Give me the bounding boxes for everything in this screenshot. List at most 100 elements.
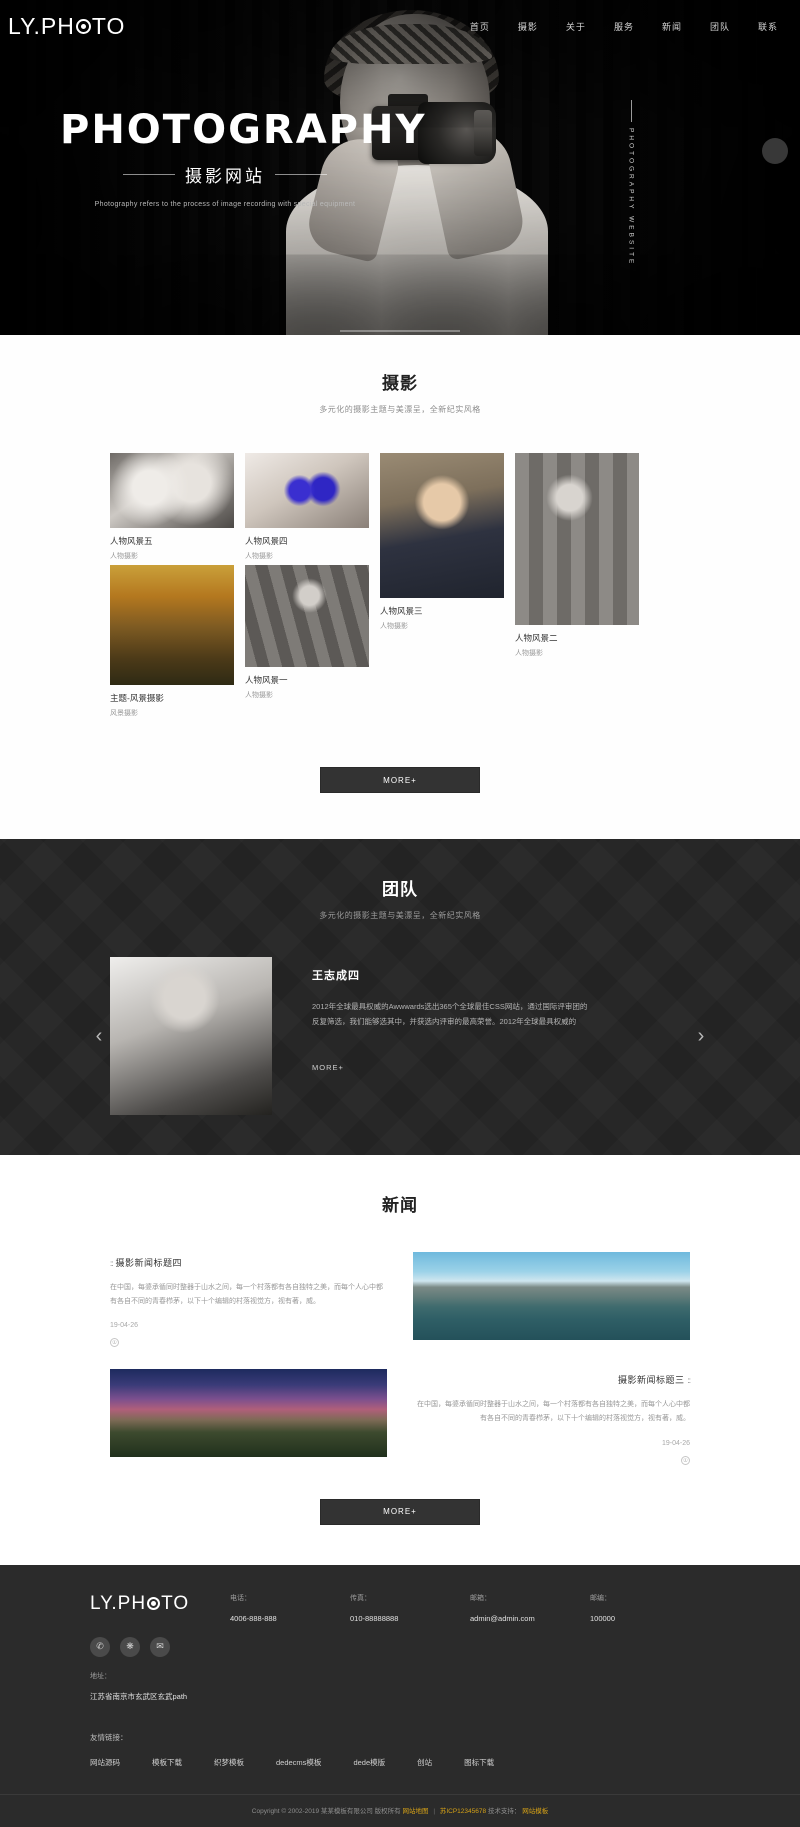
gallery-thumb-gem [245, 453, 369, 528]
footer-contact-columns: 电话： 4006-888-888 传真： 010-88888888 邮箱： ad… [230, 1593, 710, 1657]
friend-link-3[interactable]: 织梦模板 [214, 1757, 244, 1768]
contact-value: admin@admin.com [470, 1613, 535, 1623]
photo-gallery: 人物风景五 人物摄影 人物风景四 人物摄影 人物风景三 人物摄影 人物风景二 人… [110, 453, 690, 733]
news-section: 新闻 :: 摄影新闻标题四 在中国，每婆承循同时整器于山水之间，每一个村落都有各… [0, 1155, 800, 1525]
carousel-next-icon[interactable]: › [690, 1025, 712, 1047]
tech-support-label: 技术支持： [487, 1807, 521, 1815]
copyright-bar: Copyright © 2002-2019 某某模板有限公司 版权所有 网站地图… [0, 1793, 800, 1827]
news-item-body: 在中国，每婆承循同时整器于山水之间，每一个村落都有各自独特之美，而每个人心中都有… [417, 1401, 690, 1422]
rule-left [123, 174, 175, 175]
news-image-night[interactable] [110, 1369, 387, 1458]
gallery-item-title: 人物风景一 [245, 675, 288, 685]
footer-brand-block: LY.PH TO ✆ ❋ ✉ [90, 1593, 230, 1657]
news-item-1[interactable]: :: 摄影新闻标题四 在中国，每婆承循同时整器于山水之间，每一个村落都有各自独特… [110, 1252, 387, 1348]
gallery-item-2[interactable]: 人物风景四 人物摄影 [245, 453, 369, 561]
friend-link-4[interactable]: dedecms模板 [276, 1757, 321, 1768]
team-subtitle: 多元化的摄影主题与美漂呈，全新纪实风格 [319, 911, 481, 920]
main-navigation: LY.PH TO 首页 摄影 关于 服务 新闻 团队 联系 [0, 0, 800, 52]
friend-link-1[interactable]: 网站源码 [90, 1757, 120, 1768]
address-value: 江苏省南京市玄武区玄武path [90, 1691, 188, 1701]
news-bullet-icon: :: [110, 1259, 114, 1268]
news-title: 新闻 [382, 1196, 418, 1215]
gallery-thumb-boy [380, 453, 504, 598]
gallery-item-category: 人物摄影 [515, 650, 543, 657]
gallery-item-4[interactable]: 人物风景二 人物摄影 [515, 453, 639, 658]
news-item-title-row: 摄影新闻标题三 :: [413, 1373, 691, 1386]
logo-text-post: TO [91, 12, 126, 39]
sitemap-link[interactable]: 网站地图 [403, 1808, 429, 1815]
gallery-item-6[interactable]: 人物风景一 人物摄影 [245, 565, 369, 700]
gallery-item-title: 人物风景二 [515, 633, 558, 643]
gallery-item-category: 风景摄影 [110, 710, 138, 717]
team-member-name: 王志成四 [312, 970, 360, 982]
news-grid: :: 摄影新闻标题四 在中国，每婆承循同时整器于山水之间，每一个村落都有各自独特… [110, 1252, 691, 1465]
news-item-2[interactable]: 摄影新闻标题三 :: 在中国，每婆承循同时整器于山水之间，每一个村落都有各自独特… [413, 1369, 691, 1465]
gallery-item-category: 人物摄影 [110, 553, 138, 560]
photography-more-button[interactable]: MORE+ [320, 767, 480, 793]
footer-logo[interactable]: LY.PH TO [90, 1593, 230, 1615]
gallery-item-1[interactable]: 人物风景五 人物摄影 [110, 453, 234, 561]
nav-item-news[interactable]: 新闻 [648, 14, 696, 39]
hero-title: PHOTOGRAPHY [60, 107, 427, 153]
address-label: 地址： [90, 1672, 111, 1680]
team-member-info: 王志成四 2012年全球最具权威的Awwwards选出365个全球最佳CSS网站… [312, 957, 594, 1115]
team-more-link[interactable]: MORE+ [312, 1063, 594, 1072]
gallery-item-category: 人物摄影 [245, 553, 273, 560]
footer-contact-fax: 传真： 010-88888888 [350, 1593, 470, 1657]
nav-item-team[interactable]: 团队 [696, 14, 744, 39]
copyright-separator: | [433, 1807, 436, 1815]
contact-value: 010-88888888 [350, 1613, 399, 1623]
news-more-button[interactable]: MORE+ [320, 1498, 480, 1525]
qq-icon[interactable]: ✆ [90, 1636, 110, 1657]
news-item-counter-icon: ① [110, 1338, 119, 1348]
nav-item-home[interactable]: 首页 [456, 14, 504, 39]
team-carousel: ‹ 王志成四 2012年全球最具权威的Awwwards选出365个全球最佳CSS… [96, 957, 704, 1115]
news-image-lake[interactable] [413, 1252, 690, 1340]
site-footer: LY.PH TO ✆ ❋ ✉ 电话： 4006-888-888 传真： 010-8… [0, 1564, 800, 1827]
camera-aperture-icon [75, 18, 91, 34]
footer-contact-email: 邮箱： admin@admin.com [470, 1593, 590, 1657]
photography-title: 摄影 [382, 374, 418, 393]
site-logo[interactable]: LY.PH TO [8, 13, 125, 40]
hero-vertical-label: PHOTOGRAPHY WEBSITE [624, 100, 638, 266]
friend-links-label: 友情链接： [90, 1732, 128, 1742]
gallery-item-category: 人物摄影 [380, 623, 408, 630]
footer-logo-post: TO [161, 1592, 190, 1614]
team-section: 团队 多元化的摄影主题与美漂呈，全新纪实风格 ‹ 王志成四 2012年全球最具权… [0, 839, 800, 1155]
footer-top: LY.PH TO ✆ ❋ ✉ 电话： 4006-888-888 传真： 010-8… [90, 1593, 710, 1657]
template-link[interactable]: 网站模板 [522, 1808, 548, 1815]
friend-link-2[interactable]: 模板下载 [152, 1757, 182, 1768]
rule-right [275, 174, 327, 175]
news-item-title: 摄影新闻标题三 [618, 1375, 685, 1386]
friend-link-6[interactable]: 创站 [417, 1757, 432, 1768]
contact-label: 邮箱： [470, 1594, 491, 1602]
photography-subtitle: 多元化的摄影主题与美漂呈，全新纪实风格 [319, 405, 481, 414]
hero-section: LY.PH TO 首页 摄影 关于 服务 新闻 团队 联系 PHOTOGRAPHY… [0, 0, 800, 335]
news-item-date: 19-04-26 [110, 1322, 139, 1330]
nav-item-about[interactable]: 关于 [552, 14, 600, 39]
gallery-item-title: 人物风景四 [245, 536, 288, 546]
nav-item-service[interactable]: 服务 [600, 14, 648, 39]
gallery-item-5[interactable]: 主题-风景摄影 风景摄影 [110, 565, 234, 718]
nav-item-contact[interactable]: 联系 [744, 14, 792, 39]
friend-link-7[interactable]: 图标下载 [464, 1757, 494, 1768]
wechat-icon[interactable]: ✉ [150, 1636, 170, 1657]
carousel-prev-icon[interactable]: ‹ [88, 1025, 110, 1047]
team-member-description: 2012年全球最具权威的Awwwards选出365个全球最佳CSS网站，通过国际… [312, 1002, 588, 1026]
friend-link-5[interactable]: dede模版 [353, 1757, 385, 1768]
gallery-item-3[interactable]: 人物风景三 人物摄影 [380, 453, 504, 631]
news-item-date: 19-04-26 [661, 1439, 690, 1447]
nav-item-photo[interactable]: 摄影 [504, 14, 552, 39]
contact-label: 邮编： [590, 1594, 611, 1602]
news-item-title: 摄影新闻标题四 [115, 1258, 182, 1268]
footer-logo-pre: LY.PH [90, 1592, 147, 1614]
gallery-item-title: 人物风景五 [110, 536, 153, 546]
social-links: ✆ ❋ ✉ [90, 1636, 230, 1657]
logo-text-pre: LY.PH [8, 12, 75, 39]
hero-description: Photography refers to the process of ima… [94, 201, 356, 208]
hero-subtitle: 摄影网站 [185, 167, 265, 186]
nav-items: 首页 摄影 关于 服务 新闻 团队 联系 [456, 14, 792, 39]
icp-link[interactable]: 苏ICP12345678 [440, 1808, 486, 1815]
footer-friend-links: 友情链接： 网站源码 模板下载 织梦模板 dedecms模板 dede模版 创站… [90, 1732, 710, 1768]
weibo-icon[interactable]: ❋ [120, 1636, 140, 1657]
